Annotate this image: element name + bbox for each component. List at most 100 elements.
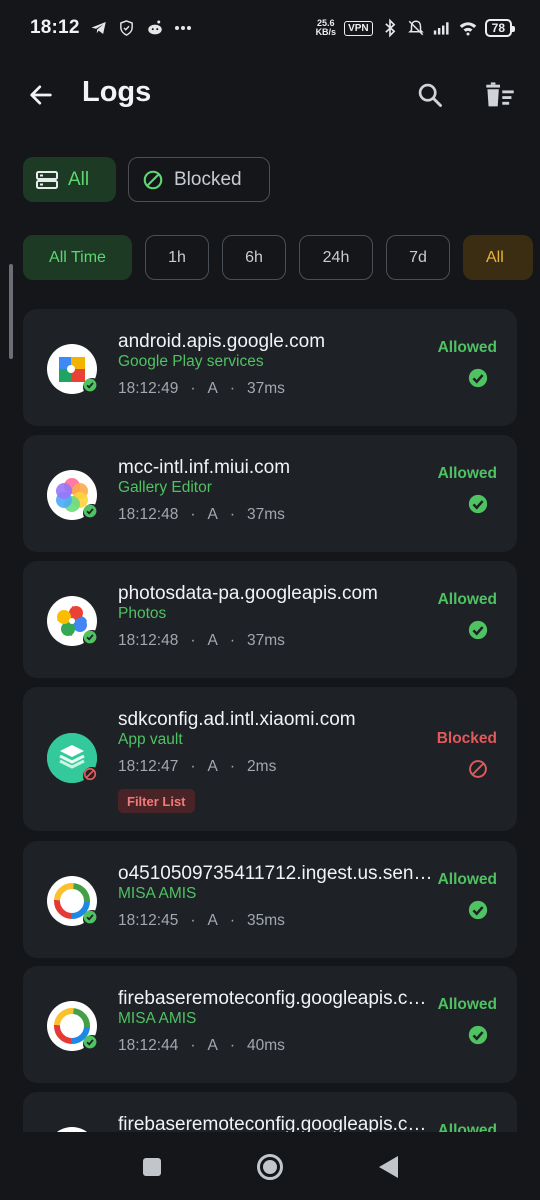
log-query-type: A	[207, 912, 218, 929]
clear-logs-button[interactable]	[482, 78, 518, 112]
log-app-name: MISA AMIS	[118, 885, 197, 902]
log-latency: 35ms	[247, 912, 285, 929]
back-nav-button[interactable]	[373, 1152, 403, 1182]
log-domain: android.apis.google.com	[118, 331, 326, 352]
filter-list-tag: Filter List	[118, 789, 195, 813]
time-filter-all-time[interactable]: All Time	[23, 235, 132, 280]
log-domain: sdkconfig.ad.intl.xiaomi.com	[118, 709, 356, 730]
log-time: 18:12:44	[118, 1037, 179, 1054]
meta-separator: ·	[190, 506, 196, 523]
log-domain: photosdata-pa.googleapis.com	[118, 583, 378, 604]
misa-amis-app-icon	[47, 1001, 101, 1053]
log-domain: firebaseremoteconfig.googleapis.com	[118, 1114, 433, 1132]
log-item[interactable]: android.apis.google.com Google Play serv…	[23, 309, 517, 426]
photos-app-icon	[47, 596, 101, 648]
log-query-type: A	[207, 758, 218, 775]
log-item[interactable]: o4510509735411712.ingest.us.sentry.io MI…	[23, 841, 517, 958]
search-button[interactable]	[413, 78, 447, 112]
time-filter-24h[interactable]: 24h	[299, 235, 373, 280]
log-domain: mcc-intl.inf.miui.com	[118, 457, 291, 478]
home-button[interactable]	[255, 1152, 285, 1182]
signal-icon	[433, 19, 451, 37]
log-meta: 18:12:44 · A · 40ms	[118, 1037, 285, 1055]
filter-all-label: All	[68, 168, 90, 190]
recents-button[interactable]	[137, 1152, 167, 1182]
meta-separator: ·	[229, 506, 236, 523]
log-status-label: Allowed	[437, 465, 497, 482]
meta-separator: ·	[229, 380, 236, 397]
blocked-badge-icon	[83, 767, 101, 785]
log-item[interactable]: photosdata-pa.googleapis.com Photos 18:1…	[23, 561, 517, 678]
reddit-icon	[146, 19, 164, 37]
meta-separator: ·	[190, 632, 196, 649]
log-time: 18:12:48	[118, 632, 179, 649]
check-circle-icon	[468, 620, 488, 640]
search-icon	[418, 83, 442, 107]
scroll-indicator[interactable]	[9, 264, 13, 359]
check-circle-icon	[468, 494, 488, 514]
system-navigation-bar	[0, 1132, 540, 1200]
block-icon	[143, 170, 163, 189]
back-button[interactable]	[24, 78, 58, 112]
meta-separator: ·	[229, 912, 236, 929]
log-meta: 18:12:45 · A · 35ms	[118, 912, 285, 930]
time-filter-group: All Time 1h 6h 24h 7d All	[23, 235, 533, 280]
log-time: 18:12:48	[118, 506, 179, 523]
log-latency: 40ms	[247, 1037, 285, 1054]
meta-separator: ·	[229, 1037, 236, 1054]
time-filter-1h[interactable]: 1h	[145, 235, 209, 280]
meta-separator: ·	[229, 758, 236, 775]
check-circle-icon	[468, 368, 488, 388]
filter-blocked-chip[interactable]: Blocked	[128, 157, 270, 202]
log-item[interactable]: mcc-intl.inf.miui.com Gallery Editor 18:…	[23, 435, 517, 552]
log-domain: firebaseremoteconfig.googleapis.com	[118, 988, 433, 1009]
log-app-name: Photos	[118, 605, 167, 622]
allowed-badge-icon	[83, 630, 101, 648]
page-title: Logs	[82, 76, 152, 108]
log-item[interactable]: firebaseremoteconfig.googleapis.com MISA…	[23, 966, 517, 1083]
wifi-icon	[459, 19, 477, 37]
block-icon	[469, 760, 487, 778]
home-icon	[257, 1154, 283, 1180]
log-app-name: App vault	[118, 731, 183, 748]
list-icon	[36, 170, 58, 189]
network-speed: 25.6 KB/s	[315, 18, 337, 37]
meta-separator: ·	[190, 758, 196, 775]
meta-separator: ·	[229, 632, 236, 649]
log-app-name: MISA AMIS	[118, 1010, 197, 1027]
log-domain: o4510509735411712.ingest.us.sentry.io	[118, 863, 433, 884]
arrow-left-icon	[30, 85, 52, 105]
status-time: 18:12	[30, 17, 80, 38]
log-item[interactable]: firebaseremoteconfig.googleapis.com Allo…	[23, 1092, 517, 1132]
bluetooth-icon	[381, 18, 399, 38]
meta-separator: ·	[190, 380, 196, 397]
log-status-label: Allowed	[437, 339, 497, 356]
log-app-name: Gallery Editor	[118, 479, 212, 496]
log-time: 18:12:47	[118, 758, 179, 775]
time-filter-6h[interactable]: 6h	[222, 235, 286, 280]
more-notifications-icon	[174, 19, 192, 37]
log-query-type: A	[207, 632, 218, 649]
app-filter-all-chip[interactable]: All	[463, 235, 533, 280]
log-latency: 37ms	[247, 506, 285, 523]
log-time: 18:12:49	[118, 380, 179, 397]
filter-all-chip[interactable]: All	[23, 157, 116, 202]
silent-mode-icon	[407, 19, 425, 37]
log-list: android.apis.google.com Google Play serv…	[23, 309, 517, 1132]
time-filter-7d[interactable]: 7d	[386, 235, 450, 280]
meta-separator: ·	[190, 1037, 196, 1054]
allowed-badge-icon	[83, 378, 101, 396]
log-latency: 37ms	[247, 632, 285, 649]
misa-amis-app-icon	[47, 876, 101, 928]
log-item[interactable]: sdkconfig.ad.intl.xiaomi.com App vault 1…	[23, 687, 517, 831]
shield-icon	[118, 19, 136, 37]
gallery-editor-app-icon	[47, 470, 101, 522]
log-status-label: Allowed	[437, 591, 497, 608]
allowed-badge-icon	[83, 910, 101, 928]
log-query-type: A	[207, 380, 218, 397]
log-status-label: Allowed	[437, 871, 497, 888]
vpn-badge: VPN	[344, 20, 373, 36]
meta-separator: ·	[190, 912, 196, 929]
back-triangle-icon	[379, 1156, 398, 1178]
recents-icon	[143, 1158, 161, 1176]
